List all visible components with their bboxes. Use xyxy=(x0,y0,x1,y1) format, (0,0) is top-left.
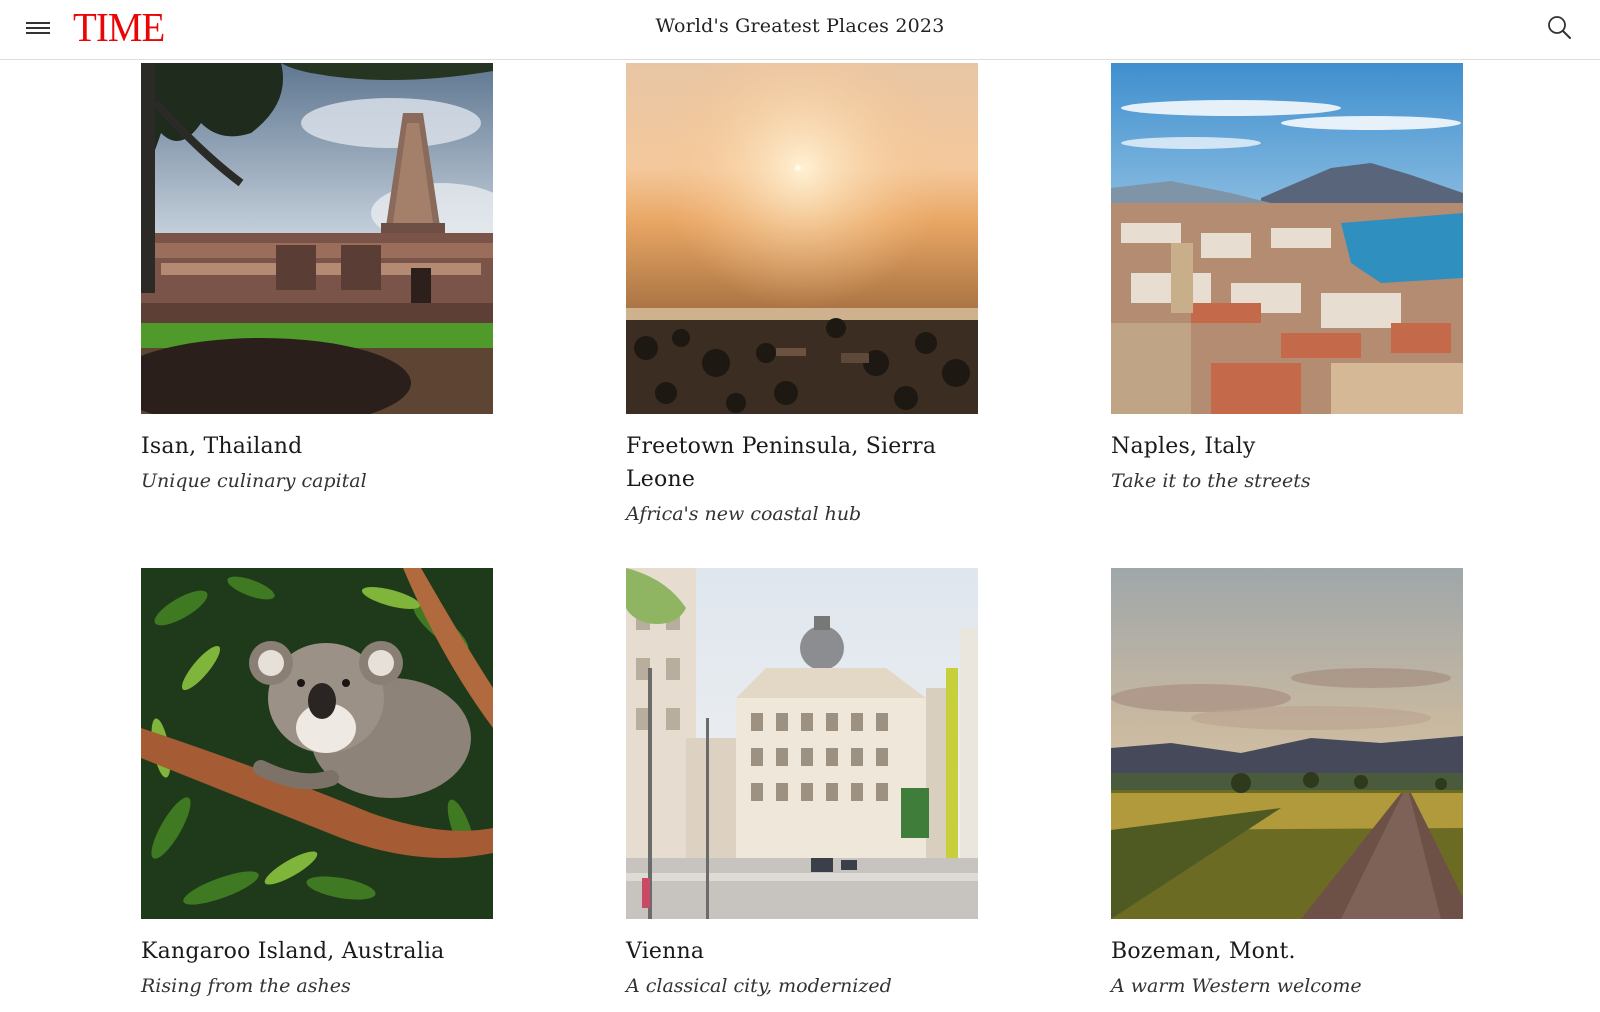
place-card-link[interactable]: Bozeman, Mont. A warm Western welcome xyxy=(1111,568,1463,1000)
place-tagline: Take it to the streets xyxy=(1111,470,1311,492)
place-card[interactable]: Vienna A classical city, modernized xyxy=(626,568,978,1000)
koala-in-tree-photo[interactable] xyxy=(141,568,493,919)
place-name[interactable]: Freetown Peninsula, Sierra Leone xyxy=(626,430,978,496)
place-card[interactable]: Naples, Italy Take it to the streets xyxy=(1111,63,1463,495)
search-icon[interactable] xyxy=(1546,14,1574,42)
coastal-sunset-photo[interactable] xyxy=(626,63,978,414)
place-name[interactable]: Vienna xyxy=(626,935,978,968)
naples-bay-vesuvius-photo[interactable] xyxy=(1111,63,1463,414)
place-tagline: Rising from the ashes xyxy=(141,975,351,997)
place-card[interactable]: Bozeman, Mont. A warm Western welcome xyxy=(1111,568,1463,1000)
place-name[interactable]: Kangaroo Island, Australia xyxy=(141,935,493,968)
place-tagline: A warm Western welcome xyxy=(1111,975,1362,997)
place-card-link[interactable]: Naples, Italy Take it to the streets xyxy=(1111,63,1463,495)
montana-road-photo[interactable] xyxy=(1111,568,1463,919)
khmer-temple-photo[interactable] xyxy=(141,63,493,414)
vienna-building-photo[interactable] xyxy=(626,568,978,919)
place-card-link[interactable]: Isan, Thailand Unique culinary capital xyxy=(141,63,493,495)
place-name[interactable]: Naples, Italy xyxy=(1111,430,1463,463)
place-tagline: Africa's new coastal hub xyxy=(626,503,862,525)
place-name[interactable]: Isan, Thailand xyxy=(141,430,493,463)
page-title: World's Greatest Places 2023 xyxy=(655,15,945,37)
place-card-link[interactable]: Vienna A classical city, modernized xyxy=(626,568,978,1000)
place-tagline: A classical city, modernized xyxy=(626,975,892,997)
place-name[interactable]: Bozeman, Mont. xyxy=(1111,935,1463,968)
place-card[interactable]: Kangaroo Island, Australia Rising from t… xyxy=(141,568,493,1000)
place-tagline: Unique culinary capital xyxy=(141,470,367,492)
place-card[interactable]: Isan, Thailand Unique culinary capital xyxy=(141,63,493,495)
places-grid: Isan, Thailand Unique culinary capital F… xyxy=(0,0,1600,1012)
place-card[interactable]: Freetown Peninsula, Sierra Leone Africa'… xyxy=(626,63,978,528)
site-header: TIME World's Greatest Places 2023 xyxy=(0,0,1600,60)
place-card-link[interactable]: Kangaroo Island, Australia Rising from t… xyxy=(141,568,493,1000)
place-card-link[interactable]: Freetown Peninsula, Sierra Leone Africa'… xyxy=(626,63,978,528)
